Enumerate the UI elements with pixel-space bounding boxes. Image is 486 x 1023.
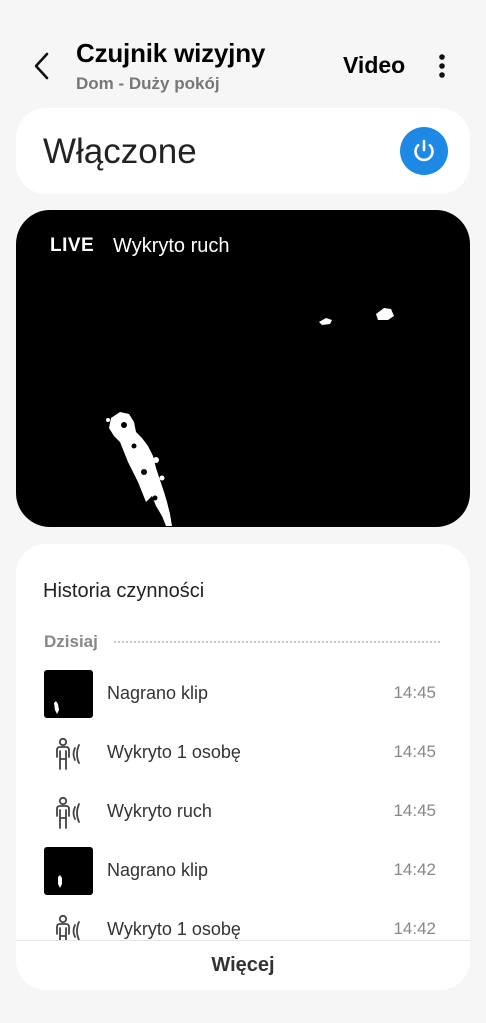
date-divider <box>113 641 440 643</box>
video-button[interactable]: Video <box>343 52 405 79</box>
motion-detected-icon <box>56 796 80 829</box>
date-label: Dzisiaj <box>44 632 98 651</box>
more-button-label: Więcej <box>211 954 275 976</box>
clip-thumbnail[interactable] <box>44 670 93 718</box>
history-item-label: Wykryto 1 osobę <box>107 742 241 762</box>
history-item-clip[interactable]: Nagrano klip 14:42 <box>16 841 470 900</box>
history-item-clip[interactable]: Nagrano klip 14:45 <box>16 664 470 723</box>
history-item-time: 14:42 <box>393 860 436 879</box>
date-section-header: Dzisiaj <box>44 630 440 654</box>
history-item-time: 14:45 <box>393 742 436 761</box>
top-app-bar: Czujnik wizyjny Dom - Duży pokój Video <box>0 0 486 100</box>
history-item-label: Nagrano klip <box>107 860 209 880</box>
power-icon <box>414 139 434 162</box>
back-button[interactable] <box>26 48 58 84</box>
history-item-time: 14:45 <box>393 683 436 702</box>
history-title: Historia czynności <box>43 580 205 602</box>
more-vertical-icon <box>439 54 445 78</box>
clip-thumbnail-image <box>54 701 59 714</box>
more-button[interactable]: Więcej <box>16 940 470 990</box>
motion-mask-image <box>106 308 394 526</box>
history-item-person[interactable]: Wykryto 1 osobę 14:45 <box>16 723 470 782</box>
history-item-time: 14:45 <box>393 801 436 820</box>
power-status-card: Włączone <box>16 108 470 194</box>
live-badge: LIVE <box>50 235 95 256</box>
history-list: Nagrano klip 14:45 Wykryto 1 osobę 14:45 <box>16 664 470 941</box>
history-item-label: Nagrano klip <box>107 683 209 703</box>
history-item-label: Wykryto 1 osobę <box>107 919 241 939</box>
person-detected-icon <box>56 914 80 941</box>
history-item-time: 14:42 <box>393 919 436 938</box>
power-toggle-button[interactable] <box>400 127 448 175</box>
page-title: Czujnik wizyjny <box>76 38 266 68</box>
device-location: Dom - Duży pokój <box>76 74 220 93</box>
power-status-text: Włączone <box>43 132 197 171</box>
live-status-text: Wykryto ruch <box>113 235 230 257</box>
more-options-button[interactable] <box>430 50 454 82</box>
person-detected-icon <box>56 737 80 770</box>
back-arrow-icon <box>34 52 49 80</box>
activity-history-card: Historia czynności Dzisiaj Nagrano klip … <box>16 544 470 990</box>
history-item-motion[interactable]: Wykryto ruch 14:45 <box>16 782 470 841</box>
clip-thumbnail[interactable] <box>44 847 93 895</box>
clip-thumbnail-image <box>58 875 62 888</box>
live-camera-view[interactable]: LIVE Wykryto ruch <box>16 210 470 527</box>
history-item-label: Wykryto ruch <box>107 801 212 821</box>
history-item-person[interactable]: Wykryto 1 osobę 14:42 <box>16 900 470 941</box>
